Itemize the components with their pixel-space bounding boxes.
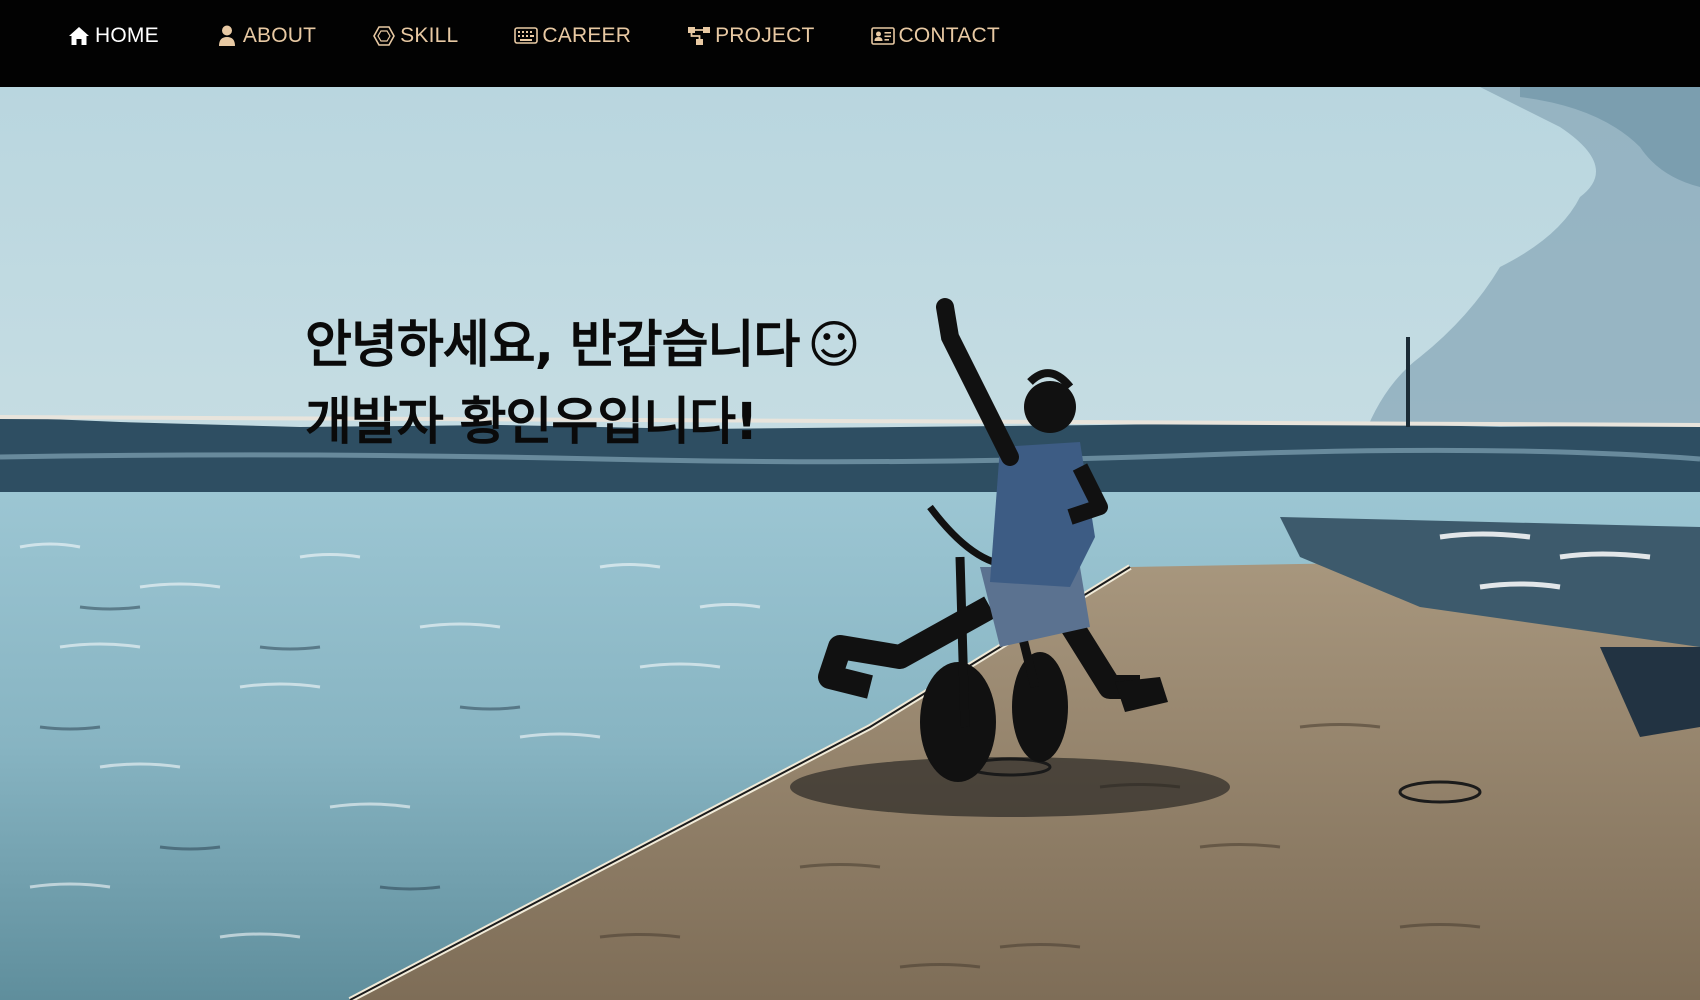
greeting-line-2: 개발자 황인우입니다!: [305, 393, 758, 452]
nav-project[interactable]: PROJECT: [687, 16, 814, 56]
nav-skill[interactable]: SKILL: [372, 16, 458, 56]
keyboard-icon: [514, 25, 539, 47]
smiley-icon: ☺: [807, 316, 860, 375]
nav-project-label: PROJECT: [715, 23, 815, 47]
sitemap-icon: [687, 25, 711, 47]
nav-home-label: HOME: [95, 23, 159, 47]
nav-contact-label: CONTACT: [898, 23, 1000, 47]
nav-home[interactable]: HOME: [67, 16, 159, 56]
nav-career-label: CAREER: [542, 23, 632, 47]
hero-background-image: [0, 87, 1700, 1000]
nav-about[interactable]: ABOUT: [215, 16, 316, 56]
nav-contact[interactable]: CONTACT: [870, 16, 1000, 56]
greeting-text-1: 안녕하세요, 반갑습니다: [305, 316, 800, 375]
id-card-icon: [870, 25, 895, 47]
nav-skill-label: SKILL: [400, 23, 459, 47]
greeting-line-1: 안녕하세요, 반갑습니다 ☺: [305, 307, 861, 384]
home-icon: [67, 25, 91, 47]
nav-career[interactable]: CAREER: [514, 16, 631, 56]
user-icon: [215, 25, 239, 47]
hero-greeting: 안녕하세요, 반갑습니다 ☺ 개발자 황인우입니다!: [305, 307, 861, 461]
top-navigation: HOME ABOUT SKILL CAREER PROJECT CONTACT: [0, 0, 1700, 87]
nav-about-label: ABOUT: [242, 23, 317, 47]
hero-section: 안녕하세요, 반갑습니다 ☺ 개발자 황인우입니다!: [0, 87, 1700, 1000]
hexagon-icon: [372, 25, 396, 47]
